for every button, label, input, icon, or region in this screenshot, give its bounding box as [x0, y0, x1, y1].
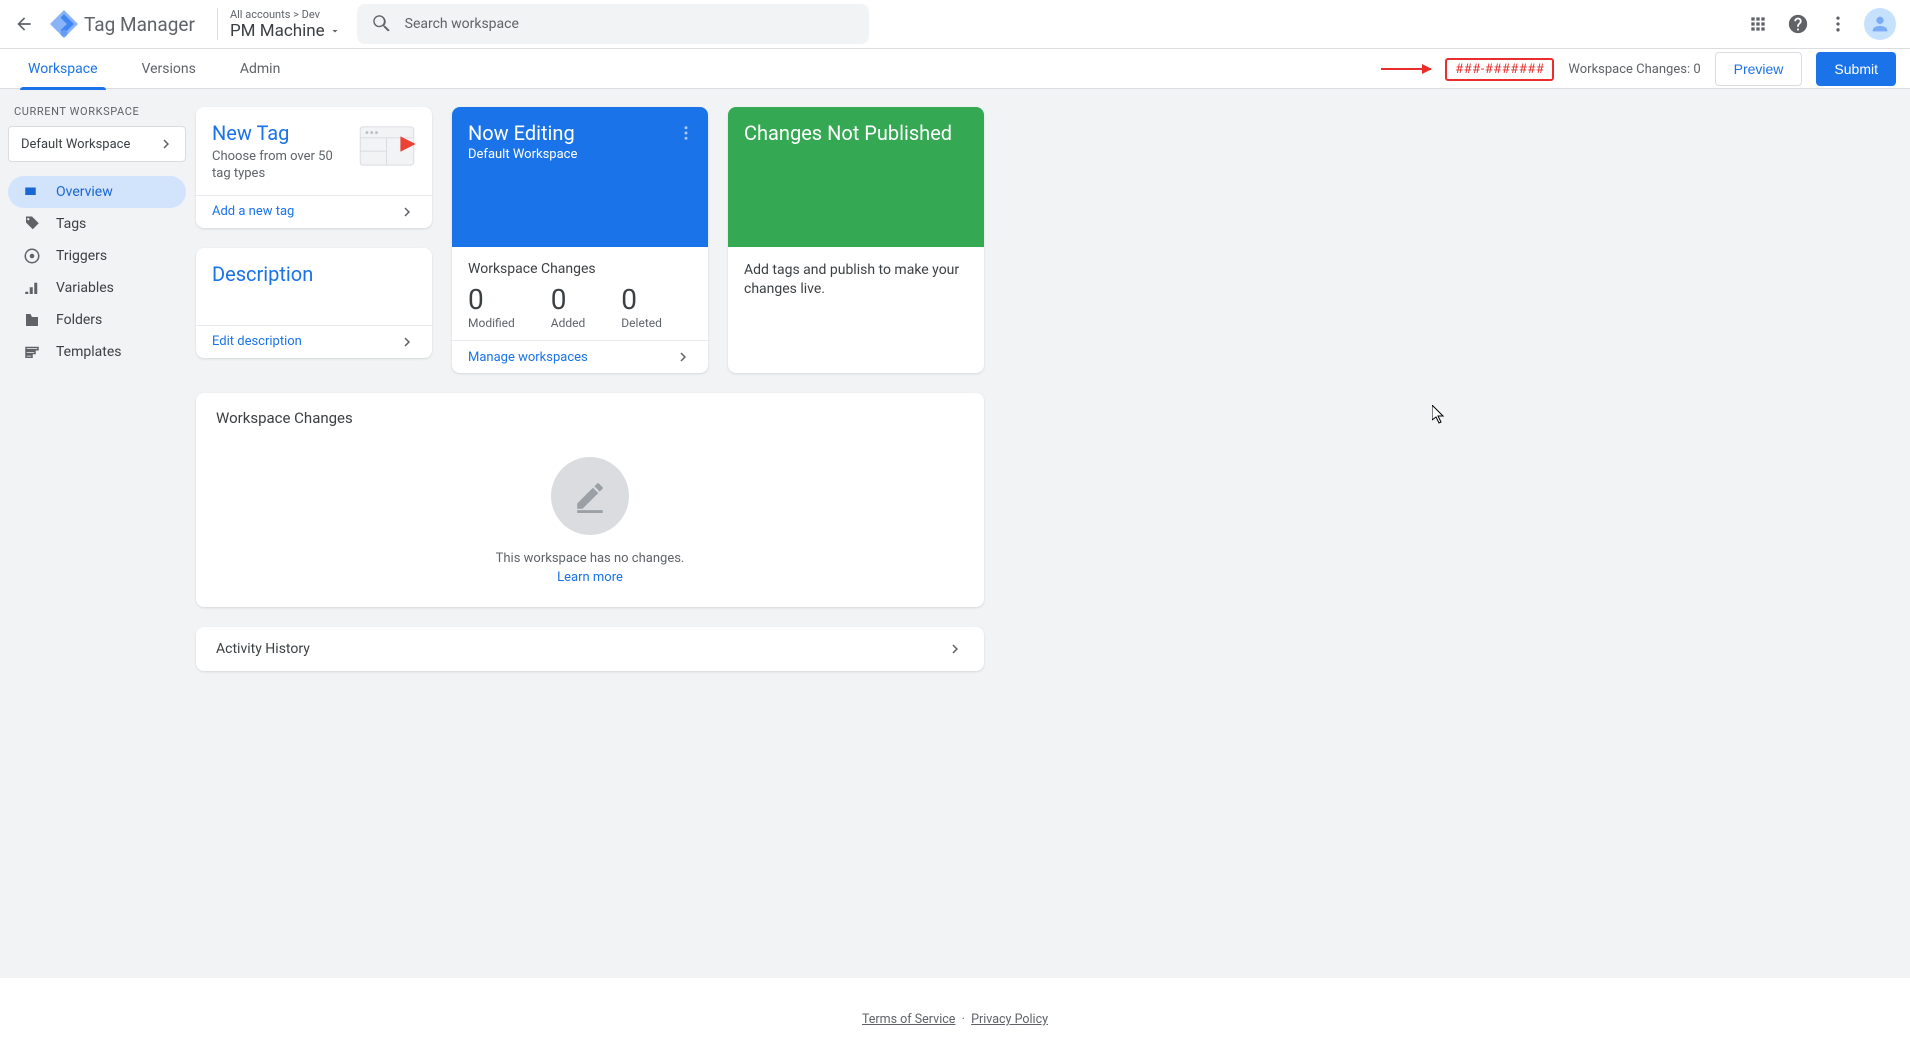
help-icon	[1787, 13, 1809, 35]
now-editing-subtitle: Default Workspace	[468, 147, 692, 162]
chevron-right-icon	[946, 640, 964, 658]
description-title: Description	[212, 262, 416, 286]
search-placeholder: Search workspace	[405, 16, 519, 32]
sidebar-item-label: Tags	[56, 216, 86, 232]
apps-icon	[1748, 14, 1768, 34]
triggers-icon	[23, 247, 41, 265]
activity-history-label: Activity History	[216, 641, 310, 657]
more-vert-icon	[677, 124, 695, 142]
sidebar-item-templates[interactable]: Templates	[8, 336, 186, 368]
stat-modified-n: 0	[468, 283, 515, 316]
search-icon	[371, 13, 393, 35]
new-tag-card: New Tag Choose from over 50 tag types Ad…	[196, 107, 432, 228]
description-card: Description Edit description	[196, 248, 432, 358]
chevron-right-icon	[398, 333, 416, 351]
tab-versions[interactable]: Versions	[134, 49, 204, 89]
sidebar-item-triggers[interactable]: Triggers	[8, 240, 186, 272]
more-button[interactable]	[1818, 4, 1858, 44]
sidebar-item-label: Templates	[56, 344, 122, 360]
folders-icon	[23, 311, 41, 329]
publish-card: Changes Not Published Add tags and publi…	[728, 107, 984, 373]
edit-description-label: Edit description	[212, 334, 302, 349]
submit-button[interactable]: Submit	[1816, 52, 1896, 86]
new-tag-title: New Tag	[212, 121, 348, 145]
container-id[interactable]: ###-#######	[1445, 58, 1554, 81]
sidebar-item-label: Triggers	[56, 248, 107, 264]
activity-history-card[interactable]: Activity History	[196, 627, 984, 671]
chevron-right-icon	[157, 135, 175, 153]
add-tag-action[interactable]: Add a new tag	[196, 196, 432, 228]
more-vert-icon	[1828, 14, 1848, 34]
templates-icon	[23, 343, 41, 361]
stat-modified-l: Modified	[468, 316, 515, 330]
sidebar-item-tags[interactable]: Tags	[8, 208, 186, 240]
stat-added-l: Added	[551, 316, 586, 330]
product-title: Tag Manager	[84, 13, 195, 36]
chevron-right-icon	[674, 348, 692, 366]
stat-deleted-l: Deleted	[621, 316, 662, 330]
workspace-selector[interactable]: Default Workspace	[8, 126, 186, 162]
workspace-changes-count: Workspace Changes: 0	[1568, 62, 1700, 77]
back-button[interactable]	[8, 8, 40, 40]
breadcrumb: All accounts > Dev	[230, 8, 341, 21]
workspace-selector-label: Default Workspace	[21, 137, 130, 152]
sidebar: CURRENT WORKSPACE Default Workspace Over…	[0, 89, 196, 978]
publish-title: Changes Not Published	[744, 121, 968, 145]
pencil-icon	[573, 479, 607, 513]
manage-workspaces-label: Manage workspaces	[468, 350, 588, 365]
arrow-left-icon	[14, 14, 34, 34]
tag-illustration-icon	[358, 123, 416, 167]
stat-deleted-n: 0	[621, 283, 662, 316]
caret-down-icon	[329, 25, 341, 37]
new-tag-subtitle: Choose from over 50 tag types	[212, 149, 348, 183]
sidebar-item-overview[interactable]: Overview	[8, 176, 186, 208]
sidebar-label: CURRENT WORKSPACE	[0, 101, 196, 126]
divider	[217, 8, 218, 40]
sidebar-item-variables[interactable]: Variables	[8, 272, 186, 304]
edit-description-action[interactable]: Edit description	[196, 326, 432, 358]
sidebar-item-label: Variables	[56, 280, 114, 296]
now-editing-card: Now Editing Default Workspace Workspace …	[452, 107, 708, 373]
terms-link[interactable]: Terms of Service	[862, 1012, 955, 1027]
now-editing-menu[interactable]	[672, 119, 700, 147]
sidebar-item-label: Overview	[56, 184, 113, 200]
tab-bar: Workspace Versions Admin ###-####### Wor…	[0, 49, 1910, 89]
privacy-link[interactable]: Privacy Policy	[971, 1012, 1048, 1027]
main-content: New Tag Choose from over 50 tag types Ad…	[196, 89, 1910, 978]
tags-icon	[23, 215, 41, 233]
workspace-changes-heading: Workspace Changes	[216, 409, 964, 427]
learn-more-link[interactable]: Learn more	[557, 570, 623, 585]
tab-admin[interactable]: Admin	[232, 49, 288, 89]
annotation-arrow	[1381, 68, 1431, 70]
empty-text: This workspace has no changes.	[496, 551, 685, 566]
empty-icon	[551, 457, 629, 535]
account-switcher[interactable]: All accounts > Dev PM Machine	[230, 8, 341, 41]
variables-icon	[23, 279, 41, 297]
preview-button[interactable]: Preview	[1715, 52, 1803, 86]
avatar[interactable]	[1864, 8, 1896, 40]
now-editing-title: Now Editing	[468, 121, 692, 145]
apps-button[interactable]	[1738, 4, 1778, 44]
person-icon	[1869, 13, 1891, 35]
app-header: Tag Manager All accounts > Dev PM Machin…	[0, 0, 1910, 49]
account-name: PM Machine	[230, 21, 325, 41]
footer: Terms of Service · Privacy Policy	[0, 978, 1910, 1037]
sidebar-item-folders[interactable]: Folders	[8, 304, 186, 336]
sidebar-item-label: Folders	[56, 312, 102, 328]
gtm-logo-icon	[48, 8, 80, 40]
add-tag-label: Add a new tag	[212, 204, 294, 219]
overview-icon	[23, 183, 41, 201]
stat-added-n: 0	[551, 283, 586, 316]
manage-workspaces-action[interactable]: Manage workspaces	[452, 341, 708, 373]
workspace-changes-title: Workspace Changes	[468, 261, 692, 277]
help-button[interactable]	[1778, 4, 1818, 44]
chevron-right-icon	[398, 203, 416, 221]
publish-message: Add tags and publish to make your change…	[728, 247, 984, 353]
search-input[interactable]: Search workspace	[357, 4, 869, 44]
tab-workspace[interactable]: Workspace	[20, 49, 106, 89]
workspace-changes-card: Workspace Changes This workspace has no …	[196, 393, 984, 607]
